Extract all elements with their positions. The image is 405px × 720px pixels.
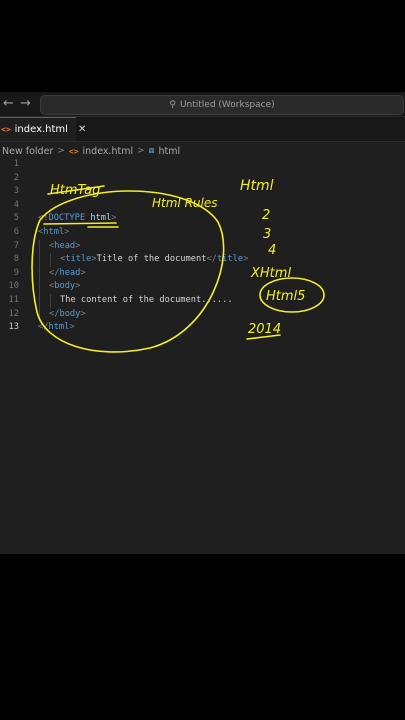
line-number: 11 [8,294,19,305]
code-line[interactable]: 8 <title>Title of the document</title> [0,253,405,267]
indent-guide [39,253,40,267]
title-bar: ← → ⚲ Untitled (Workspace) [0,92,405,117]
html-open-tag: <html> [38,226,70,237]
search-icon: ⚲ [169,100,176,110]
cube-icon: ⧈ [148,146,155,156]
code-editor[interactable]: 1 2 3 4 5 <!DOCTYPE html> 6 <html> 7 <head>… [0,158,405,335]
indent-guide [39,307,40,322]
head-open-tag: <head> [49,240,81,251]
underline-annotation [246,334,281,340]
code-line[interactable]: 2 [0,172,405,186]
tab-label: index.html [14,124,68,135]
code-line[interactable]: 5 <!DOCTYPE html> [0,212,405,226]
html-close-tag: </html> [38,322,75,333]
breadcrumb-folder[interactable]: New folder [2,146,53,157]
code-line[interactable]: 12 </body> [0,307,405,322]
code-line[interactable]: 9 </head> [0,266,405,281]
line-number: 12 [8,308,19,319]
tab-bar: <> index.html ✕ [0,117,405,142]
indent-guide [39,239,40,254]
command-center-search[interactable]: ⚲ Untitled (Workspace) [40,95,404,115]
indent-guide [50,293,51,308]
line-number: 13 [8,322,19,333]
code-line[interactable]: 3 [0,185,405,199]
body-open-tag: <body> [49,281,81,292]
line-number: 6 [13,226,19,237]
code-line[interactable]: 4 [0,199,405,213]
line-number: 3 [13,186,19,197]
close-icon[interactable]: ✕ [78,124,86,135]
code-line[interactable]: 1 [0,158,405,172]
html-file-icon: <> [1,125,11,134]
code-line[interactable]: 10 <body> [0,280,405,294]
arrow-right-icon[interactable]: → [20,96,31,111]
breadcrumb-file[interactable]: index.html [83,146,134,157]
arrow-left-icon[interactable]: ← [3,96,14,111]
editor-window: ← → ⚲ Untitled (Workspace) <> index.html… [0,92,405,554]
chevron-right-icon: > [57,146,65,156]
indent-guide [50,253,51,267]
body-close-tag: </body> [49,308,86,319]
chevron-right-icon: > [137,146,145,156]
line-number: 5 [13,213,19,224]
indent-guide [39,293,40,308]
code-line[interactable]: 11 The content of the document...... [0,293,405,308]
indent-guide [39,266,40,281]
code-line[interactable]: 6 <html> [0,226,405,240]
code-line[interactable]: 7 <head> [0,239,405,254]
tab-index-html[interactable]: <> index.html ✕ [0,117,86,141]
line-number: 9 [13,267,19,278]
title-element: <title>Title of the document</title> [60,254,249,265]
breadcrumb-symbol[interactable]: html [158,146,180,157]
line-number: 1 [13,159,19,169]
indent-guide [39,280,40,294]
line-number: 2 [13,172,19,183]
doctype-declaration: <!DOCTYPE html> [38,213,117,224]
head-close-tag: </head> [49,267,86,278]
line-number: 10 [8,281,19,292]
breadcrumb: New folder > <> index.html > ⧈ html [2,144,180,158]
html-file-icon: <> [68,146,79,156]
line-number: 4 [13,199,19,210]
code-line[interactable]: 13 </html> [0,321,405,335]
line-number: 8 [13,254,19,265]
line-number: 7 [13,240,19,251]
search-placeholder: Untitled (Workspace) [179,100,275,110]
body-content-text: The content of the document...... [60,294,233,305]
